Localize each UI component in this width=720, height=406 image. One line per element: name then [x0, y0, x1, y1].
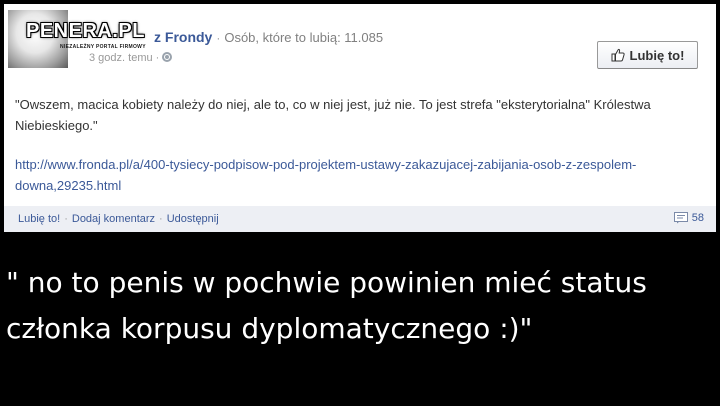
post-actions: Lubię to! · Dodaj komentarz · Udostępnij [18, 213, 219, 225]
thumbs-up-icon [611, 48, 625, 62]
comment-count-value: 58 [691, 212, 704, 224]
page-name-link[interactable]: z Frondy [154, 29, 212, 45]
like-page-label: Lubię to! [629, 47, 685, 63]
share-link[interactable]: Udostępnij [167, 213, 219, 225]
like-page-button[interactable]: Lubię to! [597, 41, 698, 69]
globe-icon [162, 52, 173, 62]
post-timestamp[interactable]: 3 godz. temu · [89, 52, 159, 64]
post-footer: Lubię to! · Dodaj komentarz · Udostępnij 58 [4, 206, 716, 232]
like-link[interactable]: Lubię to! [18, 213, 60, 225]
post-link[interactable]: http://www.fronda.pl/a/400-tysiecy-podpi… [15, 154, 695, 196]
post-header: z Frondy · Osób, które to lubią: 11.085 [90, 29, 383, 47]
caption-text: " no to penis w pochwie powinien mieć st… [6, 266, 647, 345]
comment-count[interactable]: 58 [673, 212, 704, 224]
action-separator: · [64, 213, 68, 225]
add-comment-link[interactable]: Dodaj komentarz [72, 213, 155, 225]
page-likes-count: Osób, które to lubią: 11.085 [224, 30, 384, 45]
header-separator: · [216, 31, 221, 45]
comment-icon [673, 212, 688, 224]
post-timestamp-line: 3 godz. temu · [89, 52, 173, 64]
post-quote: "Owszem, macica kobiety należy do niej, … [15, 97, 651, 133]
action-separator: · [159, 213, 163, 225]
post-body: "Owszem, macica kobiety należy do niej, … [15, 94, 695, 196]
